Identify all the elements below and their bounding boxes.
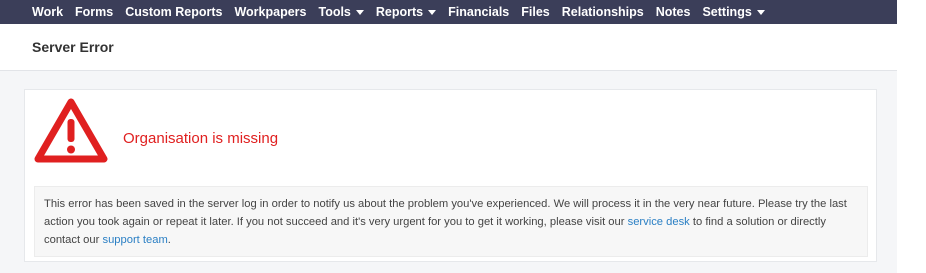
- app-window: Work Forms Custom Reports Workpapers Too…: [0, 0, 897, 273]
- service-desk-link[interactable]: service desk: [628, 216, 690, 228]
- nav-notes-label: Notes: [655, 5, 691, 19]
- top-navbar: Work Forms Custom Reports Workpapers Too…: [0, 0, 897, 24]
- nav-relationships[interactable]: Relationships: [562, 5, 644, 19]
- nav-financials[interactable]: Financials: [448, 5, 509, 19]
- nav-settings[interactable]: Settings: [702, 5, 765, 19]
- support-team-link[interactable]: support team: [102, 234, 167, 246]
- nav-tools-label: Tools: [318, 5, 351, 19]
- page-header: Server Error: [0, 24, 897, 71]
- nav-financials-label: Financials: [448, 5, 510, 19]
- nav-tools[interactable]: Tools: [318, 5, 364, 19]
- nav-workpapers[interactable]: Workpapers: [234, 5, 306, 19]
- error-title: Organisation is missing: [123, 130, 279, 147]
- nav-custom-reports-label: Custom Reports: [125, 5, 223, 19]
- nav-files-label: Files: [521, 5, 550, 19]
- chevron-down-icon: [428, 9, 437, 15]
- nav-work[interactable]: Work: [32, 5, 63, 19]
- nav-forms-label: Forms: [75, 5, 114, 19]
- chevron-down-icon: [756, 9, 765, 15]
- nav-forms[interactable]: Forms: [75, 5, 113, 19]
- nav-custom-reports[interactable]: Custom Reports: [125, 5, 222, 19]
- warning-triangle-icon: [34, 98, 108, 163]
- nav-reports[interactable]: Reports: [375, 5, 437, 19]
- error-message-box: This error has been saved in the server …: [34, 186, 868, 257]
- nav-files[interactable]: Files: [521, 5, 550, 19]
- page-title: Server Error: [32, 39, 114, 55]
- nav-reports-label: Reports: [375, 5, 424, 19]
- nav-workpapers-label: Workpapers: [234, 5, 307, 19]
- error-message-text-3: .: [167, 234, 171, 246]
- nav-relationships-label: Relationships: [561, 5, 644, 19]
- error-card: Organisation is missing This error has b…: [24, 89, 877, 262]
- nav-notes[interactable]: Notes: [656, 5, 691, 19]
- nav-settings-label: Settings: [702, 5, 752, 19]
- chevron-down-icon: [355, 9, 364, 15]
- nav-work-label: Work: [32, 5, 64, 19]
